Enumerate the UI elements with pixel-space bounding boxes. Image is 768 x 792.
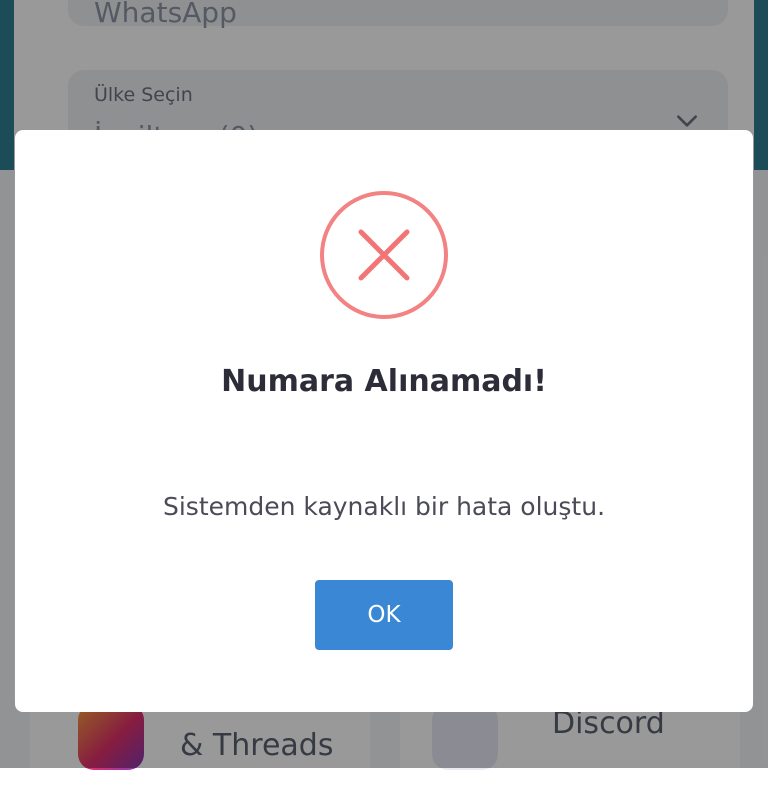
error-x-icon <box>320 191 448 319</box>
dialog-message: Sistemden kaynaklı bir hata oluştu. <box>162 492 606 521</box>
dialog-title: Numara Alınamadı! <box>221 364 547 399</box>
ok-button[interactable]: OK <box>315 580 453 650</box>
error-dialog: Numara Alınamadı! Sistemden kaynaklı bir… <box>15 130 753 712</box>
